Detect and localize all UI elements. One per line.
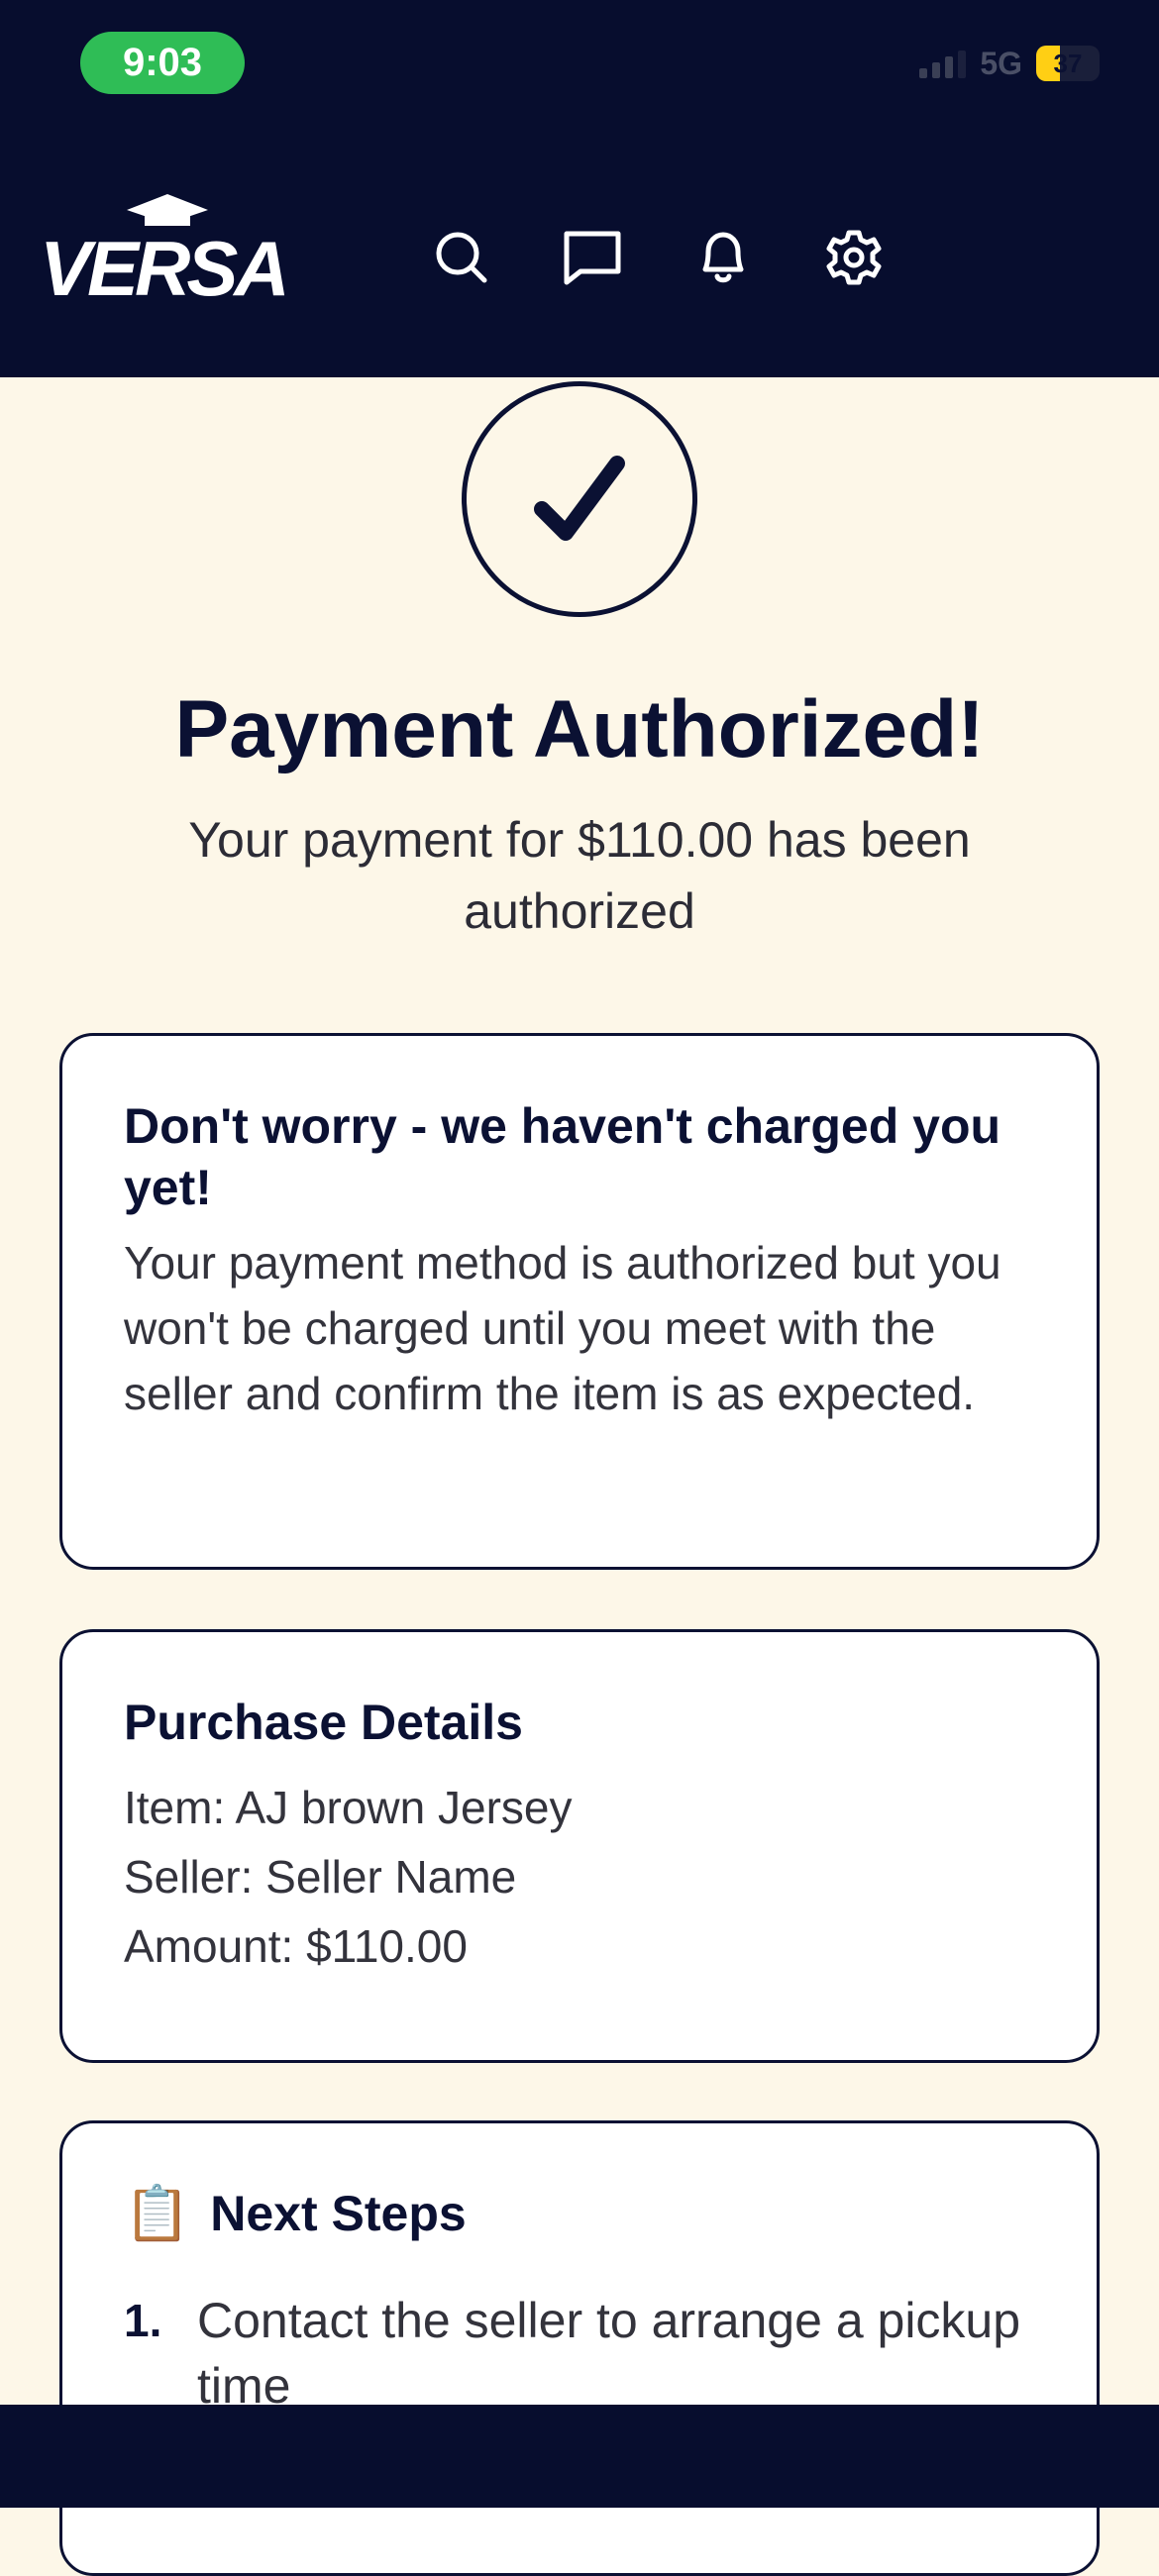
notice-body: Your payment method is authorized but yo… [124,1237,1001,1419]
app-header: 9:03 5G 37 VERSA [0,0,1159,377]
step-text: Contact the seller to arrange a pickup t… [197,2293,1021,2414]
purchase-details-card: Purchase Details Item: AJ brown Jersey S… [59,1629,1100,2063]
purchase-seller: Seller: Seller Name [124,1851,517,1903]
purchase-details-heading: Purchase Details [124,1695,523,1750]
list-item: 1. Contact the seller to arrange a picku… [124,2288,1037,2419]
notice-heading: Don't worry - we haven't charged you yet… [124,1098,1001,1215]
battery-icon: 37 [1036,46,1100,81]
status-indicators: 5G 37 [919,44,1100,83]
chat-icon[interactable] [561,226,624,289]
page-title: Payment Authorized! [174,684,985,774]
clipboard-icon: 📋 [124,2184,191,2243]
authorization-notice-card: Don't worry - we haven't charged you yet… [59,1033,1100,1570]
versa-logo[interactable]: VERSA [40,194,291,312]
success-check-icon [462,381,697,617]
payment-subtitle: Your payment for $110.00 has been author… [188,812,971,939]
cellular-signal-icon [919,49,967,78]
search-icon[interactable] [430,226,493,289]
logo-text: VERSA [40,225,290,312]
bell-icon[interactable] [691,226,755,289]
next-steps-heading: Next Steps [210,2186,467,2241]
battery-level: 37 [1053,48,1083,78]
purchase-item: Item: AJ brown Jersey [124,1782,573,1833]
gear-icon[interactable] [822,226,886,289]
network-type: 5G [980,45,1022,81]
status-time: 9:03 [80,32,245,94]
purchase-amount: Amount: $110.00 [124,1920,468,1972]
bottom-bar [0,2405,1159,2508]
next-steps-card: 📋 Next Steps 1. Contact the seller to ar… [59,2120,1100,2576]
step-number: 1. [124,2295,162,2346]
